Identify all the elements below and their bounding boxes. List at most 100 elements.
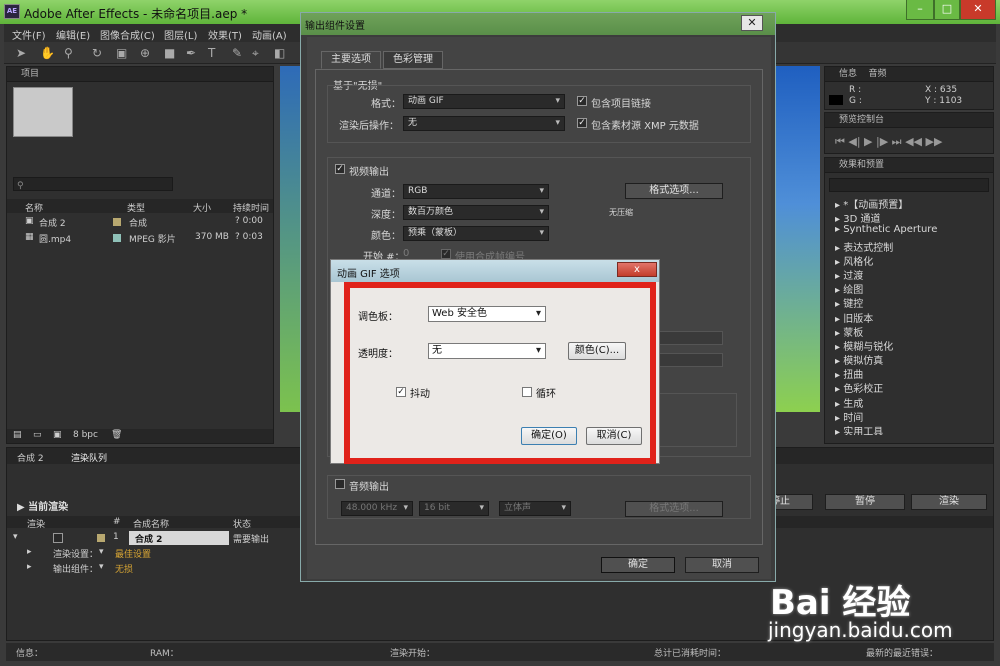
expand-icon[interactable]: ▸ [27, 562, 32, 572]
col-name[interactable]: 名称 [25, 201, 43, 214]
gif-ok-button[interactable]: 确定(O) [521, 427, 577, 445]
format-options-button[interactable]: 格式选项... [625, 183, 723, 199]
close-icon[interactable]: x [617, 262, 657, 277]
color-dropdown[interactable]: 预乘（蒙板） [403, 226, 549, 241]
effects-item[interactable]: ▸ 旧版本 [825, 310, 993, 325]
effects-item[interactable]: ▸ 模拟仿真 [825, 352, 993, 367]
expand-icon[interactable]: ▸ [27, 547, 32, 557]
color-button[interactable]: 颜色(C)... [568, 342, 626, 360]
pause-button[interactable]: 暂停 [825, 494, 905, 510]
effects-panel-tab[interactable]: 效果和预置 [825, 158, 993, 173]
audio-output-checkbox[interactable] [335, 479, 345, 489]
effects-search-input[interactable] [829, 178, 989, 192]
include-xmp-checkbox[interactable]: ✓ [577, 118, 587, 128]
pen-tool-icon[interactable]: ✒ [186, 46, 196, 60]
menu-edit[interactable]: 编辑(E) [56, 27, 90, 42]
effects-item[interactable]: ▸ 蒙板 [825, 324, 993, 339]
tab-main-options[interactable]: 主要选项 [321, 51, 381, 69]
effects-item[interactable]: ▸ 键控 [825, 295, 993, 310]
effects-item[interactable]: ▸ 3D 通道 [825, 210, 993, 225]
col-status[interactable]: 状态 [233, 517, 251, 530]
tab-info[interactable]: 信息 [839, 69, 857, 79]
effects-item[interactable]: ▸ 时间 [825, 409, 993, 424]
eraser-tool-icon[interactable]: ◧ [274, 46, 285, 60]
rotate-tool-icon[interactable]: ↻ [92, 46, 102, 60]
zoom-tool-icon[interactable]: ⚲ [64, 46, 73, 60]
rectangle-tool-icon[interactable]: ■ [164, 46, 175, 60]
preview-controls-icon[interactable]: ⏮ ◀| ▶ |▶ ⏭ ◀◀ ▶▶ [835, 135, 942, 149]
effects-item[interactable]: ▸ *【动画预置】 [825, 196, 993, 211]
project-panel-tab[interactable]: 项目 [7, 67, 273, 82]
effects-item[interactable]: ▸ 色彩校正 [825, 380, 993, 395]
render-settings-link[interactable]: 最佳设置 [115, 547, 151, 560]
format-dropdown[interactable]: 动画 GIF [403, 94, 565, 109]
audio-bits-dropdown[interactable]: 16 bit [419, 501, 489, 516]
close-icon[interactable]: ✕ [741, 15, 763, 31]
effects-item[interactable]: ▸ Synthetic Aperture [825, 224, 993, 238]
loop-checkbox[interactable] [522, 387, 532, 397]
audio-format-options-button[interactable]: 格式选项... [625, 501, 723, 517]
selection-tool-icon[interactable]: ➤ [16, 46, 26, 60]
palette-dropdown[interactable]: Web 安全色 [428, 306, 546, 322]
pan-behind-tool-icon[interactable]: ⊕ [140, 46, 150, 60]
col-render[interactable]: 渲染 [27, 517, 45, 530]
new-folder-icon[interactable]: ▭ [33, 430, 42, 440]
audio-channels-dropdown[interactable]: 立体声 [499, 501, 571, 516]
project-row[interactable]: ▦ 圆.mp4 MPEG 影片 370 MB ? 0:03 [7, 231, 273, 245]
effects-item[interactable]: ▸ 表达式控制 [825, 239, 993, 254]
close-icon[interactable]: ✕ [960, 0, 996, 20]
audio-rate-dropdown[interactable]: 48.000 kHz [341, 501, 413, 516]
dither-checkbox[interactable]: ✓ [396, 387, 406, 397]
camera-tool-icon[interactable]: ▣ [116, 46, 127, 60]
col-index[interactable]: # [113, 517, 121, 527]
new-comp-icon[interactable]: ▣ [53, 430, 62, 440]
col-comp-name[interactable]: 合成名称 [133, 517, 169, 530]
tab-render-queue[interactable]: 渲染队列 [71, 451, 107, 464]
include-project-link-checkbox[interactable]: ✓ [577, 96, 587, 106]
effects-item[interactable]: ▸ 模糊与锐化 [825, 338, 993, 353]
col-duration[interactable]: 持续时间 [233, 201, 269, 214]
rq-row[interactable]: ▾ 1 合成 2 需要输出 [7, 531, 301, 545]
output-module-dropdown[interactable]: ▾ [99, 562, 104, 572]
video-output-checkbox[interactable]: ✓ [335, 164, 345, 174]
render-button[interactable]: 渲染 [911, 494, 987, 510]
brush-tool-icon[interactable]: ✎ [232, 46, 242, 60]
ok-button[interactable]: 确定 [601, 557, 675, 573]
cancel-button[interactable]: 取消 [685, 557, 759, 573]
render-checkbox[interactable] [53, 533, 63, 543]
tab-comp[interactable]: 合成 2 [17, 451, 44, 464]
menu-layer[interactable]: 图层(L) [164, 27, 197, 42]
expand-icon[interactable]: ▾ [13, 532, 18, 542]
col-size[interactable]: 大小 [193, 201, 211, 214]
effects-item[interactable]: ▸ 扭曲 [825, 366, 993, 381]
menu-composition[interactable]: 图像合成(C) [100, 27, 155, 42]
depth-dropdown[interactable]: 数百万颜色 [403, 205, 549, 220]
menu-animation[interactable]: 动画(A) [252, 27, 287, 42]
post-render-dropdown[interactable]: 无 [403, 116, 565, 131]
project-search-input[interactable]: ⚲ [13, 177, 173, 191]
project-row[interactable]: ▣ 合成 2 合成 ? 0:00 [7, 215, 273, 229]
render-settings-dropdown[interactable]: ▾ [99, 547, 104, 557]
tab-audio[interactable]: 音频 [868, 69, 886, 79]
menu-file[interactable]: 文件(F) [12, 27, 46, 42]
trash-icon[interactable]: 🗑 [111, 430, 122, 440]
gif-cancel-button[interactable]: 取消(C) [586, 427, 642, 445]
hand-tool-icon[interactable]: ✋ [40, 46, 55, 60]
minimize-icon[interactable]: – [906, 0, 934, 20]
effects-item[interactable]: ▸ 过渡 [825, 267, 993, 282]
col-type[interactable]: 类型 [127, 201, 145, 214]
menu-effect[interactable]: 效果(T) [208, 27, 242, 42]
interpret-footage-icon[interactable]: ▤ [13, 430, 22, 440]
effects-item[interactable]: ▸ 风格化 [825, 253, 993, 268]
output-module-link[interactable]: 无损 [115, 562, 133, 575]
effects-item[interactable]: ▸ 生成 [825, 395, 993, 410]
tab-color-management[interactable]: 色彩管理 [383, 51, 443, 69]
maximize-icon[interactable]: □ [934, 0, 960, 20]
bpc-label[interactable]: 8 bpc [73, 430, 98, 440]
channels-dropdown[interactable]: RGB [403, 184, 549, 199]
clone-tool-icon[interactable]: ⌖ [252, 46, 259, 61]
transparency-dropdown[interactable]: 无 [428, 343, 546, 359]
preview-panel-tab[interactable]: 预览控制台 [825, 113, 993, 128]
effects-item[interactable]: ▸ 绘图 [825, 281, 993, 296]
effects-item[interactable]: ▸ 实用工具 [825, 423, 993, 435]
